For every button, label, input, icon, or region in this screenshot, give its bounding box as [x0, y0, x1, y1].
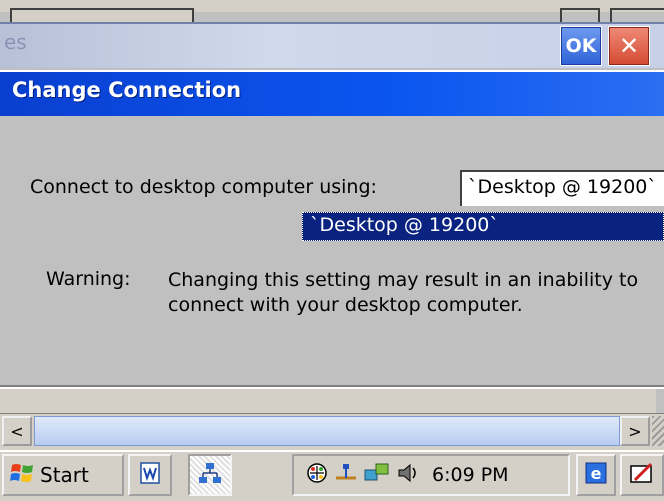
- scroll-left-button[interactable]: <: [2, 416, 32, 446]
- connect-label: Connect to desktop computer using:: [30, 176, 377, 198]
- network-icon: [197, 460, 223, 490]
- ie-icon: e: [584, 461, 608, 489]
- speaker-icon[interactable]: [396, 462, 420, 488]
- chevron-left-icon: <: [10, 421, 24, 441]
- keyboard-pen-icon: [629, 460, 655, 490]
- close-icon: ✕: [618, 32, 640, 60]
- size-grip[interactable]: [652, 416, 664, 446]
- warning-text: Changing this setting may result in an i…: [168, 269, 639, 316]
- scroll-right-button[interactable]: >: [620, 416, 650, 446]
- keyboard-button[interactable]: [620, 454, 664, 496]
- windows-flag-icon: [10, 461, 36, 489]
- dialog-body: [0, 116, 664, 386]
- scroll-thumb[interactable]: [34, 416, 620, 446]
- ok-button[interactable]: OK: [560, 26, 602, 66]
- dropdown-option-label[interactable]: `Desktop @ 19200`: [310, 214, 499, 236]
- warning-label: Warning:: [46, 268, 131, 290]
- ie-button[interactable]: e: [576, 454, 616, 496]
- system-tray: 6:09 PM: [292, 454, 570, 496]
- word-document-icon: [137, 460, 163, 490]
- close-button[interactable]: ✕: [608, 26, 650, 66]
- taskbar-button-network[interactable]: [188, 454, 232, 496]
- taskbar-button-word[interactable]: [128, 454, 172, 496]
- start-button[interactable]: Start: [2, 454, 124, 496]
- start-label: Start: [40, 463, 89, 487]
- window-title: es: [4, 30, 27, 54]
- chevron-right-icon: >: [628, 421, 642, 441]
- connection-icon[interactable]: [364, 462, 390, 488]
- combobox-value[interactable]: `Desktop @ 19200`: [468, 176, 664, 198]
- empty-area: [0, 389, 656, 413]
- svg-text:e: e: [591, 464, 602, 483]
- clock[interactable]: 6:09 PM: [432, 464, 509, 486]
- dialog-title: Change Connection: [12, 78, 242, 102]
- usb-icon[interactable]: [334, 462, 358, 488]
- input-panel-icon[interactable]: [306, 462, 328, 488]
